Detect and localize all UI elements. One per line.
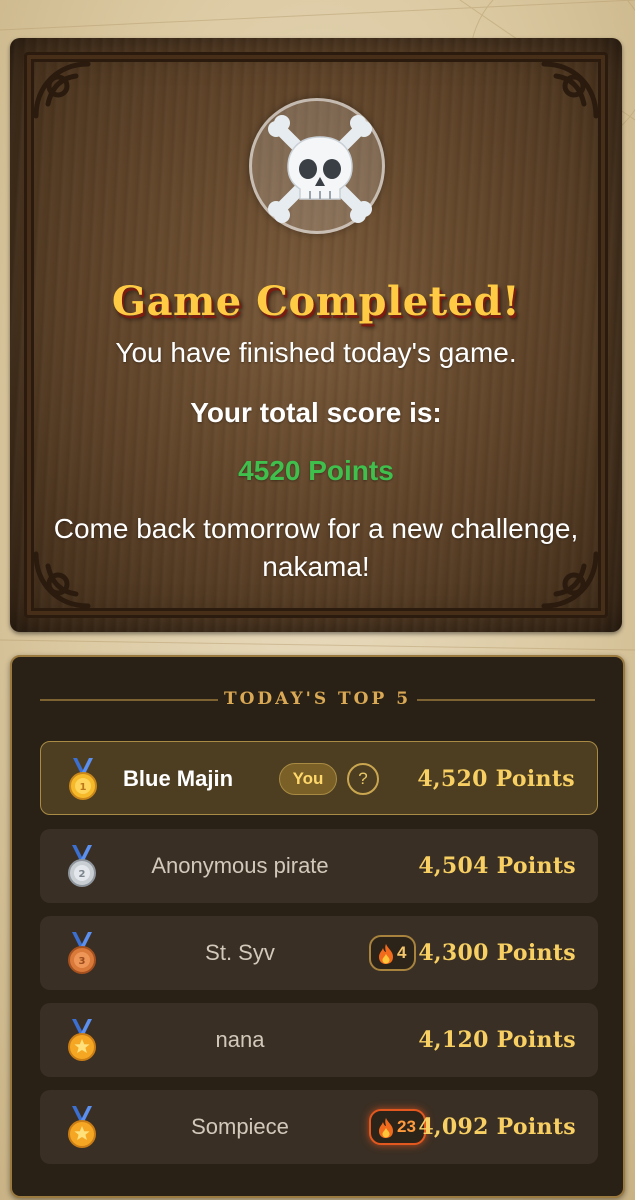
leaderboard-row-3: 3 St. Syv 4 4,300 Points [40,916,598,990]
game-completed-title: Game Completed! [111,278,521,325]
comeback-message: Come back tomorrow for a new challenge, … [53,513,579,582]
leaderboard-row-2: 2 Anonymous pirate 4,504 Points [40,829,598,903]
divider [417,699,595,701]
finished-message: You have finished today's game. [115,337,517,368]
game-completed-card: Game Completed! You have finished today'… [10,38,622,632]
streak-count: 23 [397,1117,416,1136]
leaderboard-row-4: nana 4,120 Points [40,1003,598,1077]
you-badge: You [279,763,337,795]
leaderboard-header: TODAY'S TOP 5 [40,689,595,709]
svg-text:1: 1 [80,782,87,793]
player-score: 4,300 Points [418,940,576,966]
corner-ornament-icon [541,61,599,119]
player-name: nana [215,1027,265,1052]
score-label: Your total score is: [190,397,442,428]
streak-count: 4 [397,943,407,962]
player-score: 4,092 Points [418,1114,576,1140]
player-score: 4,120 Points [418,1027,576,1053]
player-score: 4,520 Points [417,766,575,792]
player-name: Blue Majin [123,766,234,791]
leaderboard-panel: TODAY'S TOP 5 1 Blue Majin You ? 4,520 P… [10,655,625,1198]
fire-icon [379,1117,393,1138]
skull-crossbones-icon [249,98,385,234]
gold-medal-icon: 1 [69,758,97,800]
leaderboard-row-5: Sompiece 23 4,092 Points [40,1090,598,1164]
player-name: Anonymous pirate [151,853,329,878]
fire-icon [379,943,393,964]
player-score: 4,504 Points [418,853,576,879]
streak-badge: 4 [369,935,417,971]
total-points: 4520 Points [238,455,394,486]
corner-ornament-icon [33,61,91,119]
help-button[interactable]: ? [347,763,379,795]
leaderboard-row-1: 1 Blue Majin You ? 4,520 Points [40,741,598,815]
